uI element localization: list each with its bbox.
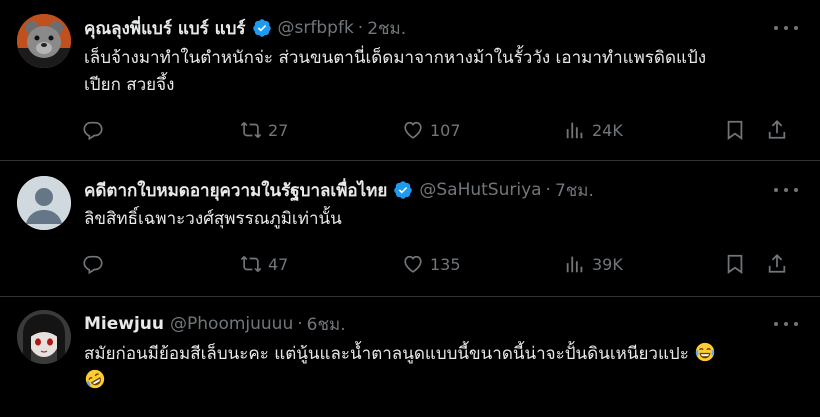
separator-dot: · xyxy=(297,314,303,334)
like-button[interactable]: 107 xyxy=(402,116,461,144)
display-name[interactable]: คุณลุงพี่แบร์ แบร์ แบร์ xyxy=(84,15,246,42)
more-options-icon[interactable] xyxy=(774,18,798,38)
retweet-count: 47 xyxy=(268,254,289,274)
share-button[interactable] xyxy=(766,250,788,278)
user-handle[interactable]: @srfbpfk xyxy=(278,18,354,38)
action-bar: 47 135 39K xyxy=(82,250,794,278)
tweet-text: เล็บจ้างมาทำในตำหนักจ่ะ ส่วนขนตานี่เด็ดม… xyxy=(84,45,794,99)
heart-icon xyxy=(404,255,422,273)
display-name[interactable]: คดีตากใบหมดอายุความในรัฐบาลเพื่อไทย xyxy=(84,177,387,204)
tweet-header: คุณลุงพี่แบร์ แบร์ แบร์ @srfbpfk · 2ชม. xyxy=(84,16,406,40)
reply-icon xyxy=(83,121,103,141)
separator-dot: · xyxy=(545,180,551,200)
tweet-text-line: สมัยก่อนมีย้อมสีเล็บนะคะ แต่นู้นและน้ำตา… xyxy=(84,341,794,368)
anime-avatar-icon xyxy=(17,310,71,364)
like-count: 107 xyxy=(430,120,461,140)
share-icon xyxy=(768,254,786,273)
face-with-tears-of-joy-icon xyxy=(696,342,715,362)
share-button[interactable] xyxy=(766,116,788,144)
bookmark-icon xyxy=(727,254,743,274)
display-name[interactable]: Miewjuu xyxy=(84,314,164,334)
share-icon xyxy=(768,120,786,139)
user-handle[interactable]: @SaHutSuriya xyxy=(419,180,541,200)
views-count: 24K xyxy=(592,120,623,140)
retweet-icon xyxy=(240,122,262,138)
avatar[interactable] xyxy=(17,310,71,364)
avatar[interactable] xyxy=(17,14,71,68)
views-button[interactable]: 39K xyxy=(564,250,623,278)
tweet-header: คดีตากใบหมดอายุความในรัฐบาลเพื่อไทย @SaH… xyxy=(84,178,594,202)
views-count: 39K xyxy=(592,254,623,274)
bookmark-icon xyxy=(727,120,743,140)
reply-button[interactable] xyxy=(82,250,104,278)
tweet-3[interactable]: Miewjuu @Phoomjuuuu · 6ชม. สมัยก่อนมีย้อ… xyxy=(0,296,820,417)
tweet-1[interactable]: คุณลุงพี่แบร์ แบร์ แบร์ @srfbpfk · 2ชม. … xyxy=(0,0,820,160)
user-handle[interactable]: @Phoomjuuuu xyxy=(170,314,293,334)
timestamp[interactable]: 6ชม. xyxy=(307,311,346,338)
reply-icon xyxy=(83,255,103,275)
tweet-2[interactable]: คดีตากใบหมดอายุความในรัฐบาลเพื่อไทย @SaH… xyxy=(0,160,820,296)
heart-icon xyxy=(404,121,422,139)
retweet-count: 27 xyxy=(268,120,289,140)
tweet-text: สมัยก่อนมีย้อมสีเล็บนะคะ แต่นู้นและน้ำตา… xyxy=(84,341,794,395)
retweet-button[interactable]: 27 xyxy=(240,116,288,144)
verified-badge-icon xyxy=(394,181,413,199)
like-count: 135 xyxy=(430,254,461,274)
tweet-header: Miewjuu @Phoomjuuuu · 6ชม. xyxy=(84,312,346,336)
timestamp[interactable]: 2ชม. xyxy=(367,15,406,42)
avatar[interactable] xyxy=(17,176,71,230)
bookmark-button[interactable] xyxy=(724,250,746,278)
tweet-text-line: เปียก สวยจึ้ง xyxy=(84,75,175,95)
default-avatar-icon xyxy=(17,176,71,230)
tweet-text-content: สมัยก่อนมีย้อมสีเล็บนะคะ แต่นู้นและน้ำตา… xyxy=(84,344,689,364)
reply-button[interactable] xyxy=(82,116,104,144)
like-button[interactable]: 135 xyxy=(402,250,461,278)
tweet-text-line: ลิขสิทธิ์เฉพาะวงศ์สุพรรณภูมิเท่านั้น xyxy=(84,209,342,229)
separator-dot: · xyxy=(357,18,364,38)
tweet-text: ลิขสิทธิ์เฉพาะวงศ์สุพรรณภูมิเท่านั้น xyxy=(84,206,794,233)
tweet-text-line xyxy=(84,368,794,395)
more-options-icon[interactable] xyxy=(774,314,798,334)
timestamp[interactable]: 7ชม. xyxy=(555,177,594,204)
tweet-text-line: เล็บจ้างมาทำในตำหนักจ่ะ ส่วนขนตานี่เด็ดม… xyxy=(84,48,707,68)
more-options-icon[interactable] xyxy=(774,180,798,200)
verified-badge-icon xyxy=(252,19,271,37)
views-button[interactable]: 24K xyxy=(564,116,623,144)
bookmark-button[interactable] xyxy=(724,116,746,144)
action-bar: 27 107 24K xyxy=(82,116,794,144)
views-chart-icon xyxy=(566,256,583,273)
bear-avatar-icon xyxy=(17,14,71,68)
rolling-on-floor-laughing-icon xyxy=(85,369,105,389)
views-chart-icon xyxy=(566,122,583,139)
retweet-icon xyxy=(240,256,262,272)
retweet-button[interactable]: 47 xyxy=(240,250,288,278)
